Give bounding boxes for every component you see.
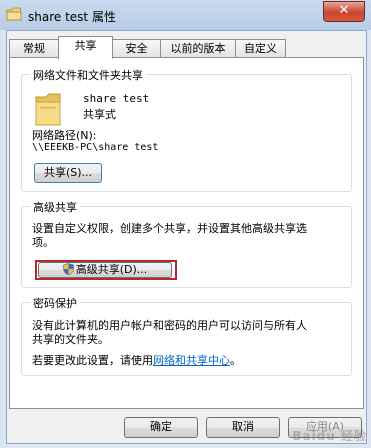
tab-label: 自定义 (244, 42, 277, 55)
advanced-sharing-group: 高级共享 设置自定义权限，创建多个共享，并设置其他高级共享选 项。 高级共享(D… (21, 199, 352, 288)
change-suffix: 。 (230, 354, 241, 367)
uac-shield-icon (62, 263, 74, 278)
network-path-value[interactable]: \\EEEKB-PC\share test (32, 142, 158, 153)
tab-label: 常规 (23, 42, 45, 55)
button-label: 取消 (232, 420, 254, 433)
folder-icon (6, 7, 22, 21)
tab-sharing[interactable]: 共享 (58, 36, 113, 59)
change-prefix: 若要更改此设置，请使用 (32, 354, 153, 367)
share-status: 共享式 (83, 108, 116, 121)
tab-general[interactable]: 常规 (9, 39, 59, 58)
share-button[interactable]: 共享(S)... (34, 163, 102, 183)
advanced-description-line1: 设置自定义权限，创建多个共享，并设置其他高级共享选 (32, 222, 307, 235)
button-label: 确定 (150, 420, 172, 433)
properties-dialog: share test 属性 ✕ 常规 共享 安全 以前的版本 自定义 网络文件和… (0, 0, 371, 448)
change-setting-text: 若要更改此设置，请使用网络和共享中心。 (32, 352, 241, 368)
button-label: 高级共享(D)... (75, 263, 148, 276)
sharing-tab-panel: 网络文件和文件夹共享 share test 共享式 网络路径(N): \\EEE… (9, 57, 364, 409)
tab-label: 以前的版本 (170, 42, 226, 55)
title-bar[interactable]: share test 属性 ✕ (0, 0, 371, 30)
folder-name: share test (83, 92, 150, 105)
group-title: 高级共享 (30, 199, 80, 215)
group-title: 密码保护 (30, 295, 80, 311)
tab-label: 安全 (125, 42, 148, 55)
cancel-button[interactable]: 取消 (206, 417, 280, 438)
watermark: Baidu 经验 (292, 429, 367, 443)
window-title: share test 属性 (28, 10, 116, 24)
tab-previous-versions[interactable]: 以前的版本 (160, 39, 236, 58)
tab-security[interactable]: 安全 (112, 39, 161, 58)
close-icon: ✕ (338, 3, 350, 18)
password-text-line2: 共享的文件夹。 (32, 333, 109, 346)
advanced-sharing-button[interactable]: 高级共享(D)... (38, 262, 172, 278)
button-label: 共享(S)... (43, 166, 93, 179)
group-title: 网络文件和文件夹共享 (30, 67, 146, 83)
ok-button[interactable]: 确定 (124, 417, 198, 438)
tab-customize[interactable]: 自定义 (235, 39, 286, 58)
network-sharing-group: 网络文件和文件夹共享 share test 共享式 网络路径(N): \\EEE… (21, 67, 352, 192)
password-protection-group: 密码保护 没有此计算机的用户帐户和密码的用户可以访问与所有人 共享的文件夹。 若… (21, 295, 352, 376)
advanced-description-line2: 项。 (32, 236, 54, 249)
tab-label: 共享 (74, 39, 97, 52)
network-path-label: 网络路径(N): (32, 129, 97, 142)
shared-folder-icon (34, 93, 62, 127)
network-sharing-center-link[interactable]: 网络和共享中心 (153, 354, 230, 367)
dialog-body: 常规 共享 安全 以前的版本 自定义 网络文件和文件夹共享 share test… (6, 30, 367, 444)
close-button[interactable]: ✕ (323, 1, 365, 22)
